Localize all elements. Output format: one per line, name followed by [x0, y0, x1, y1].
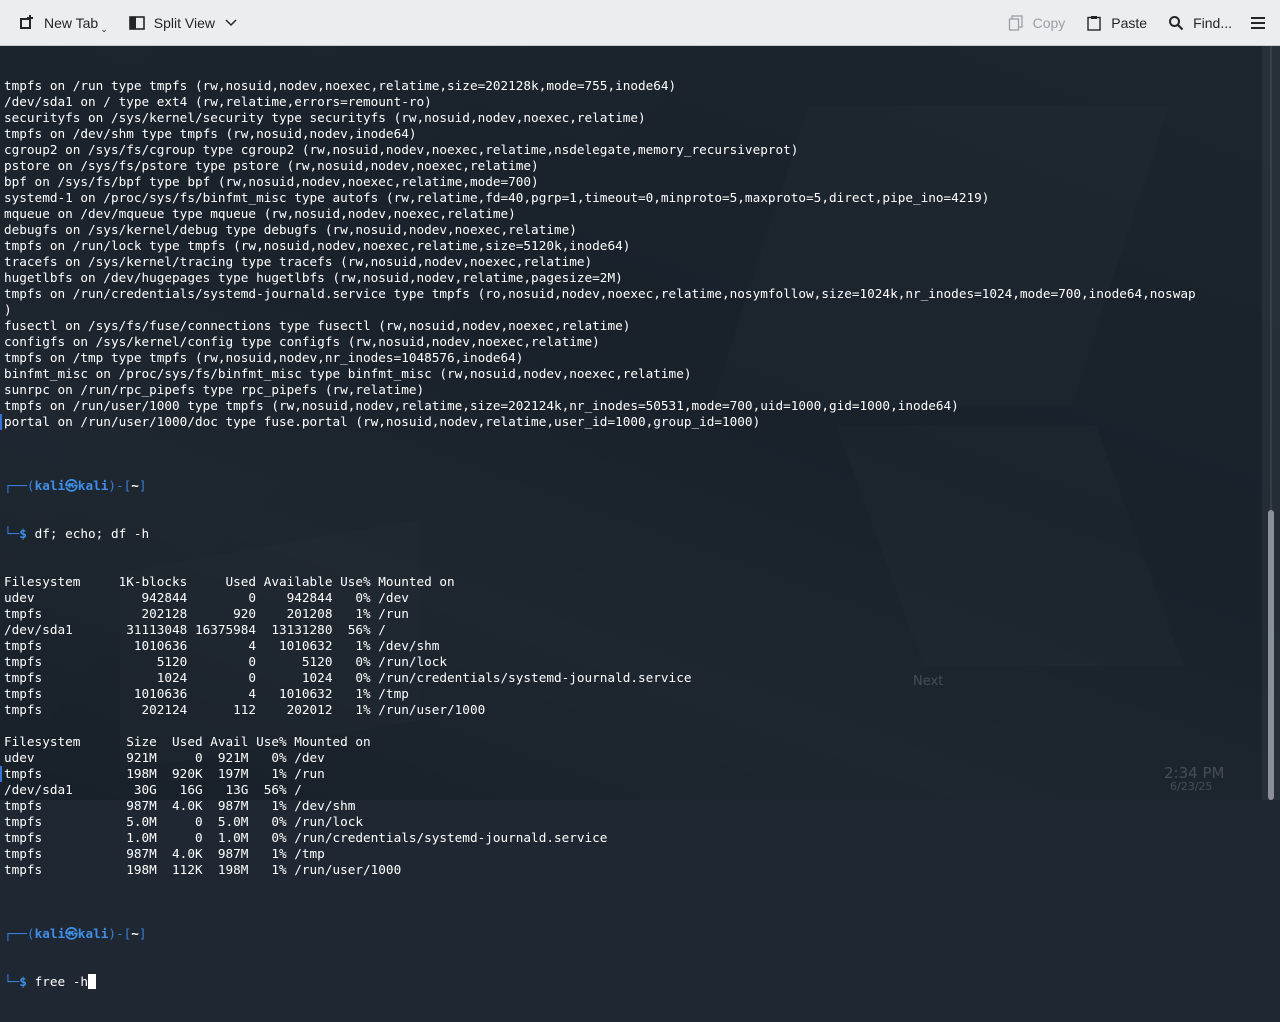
new-tab-button[interactable]: New Tab ⌄	[10, 7, 116, 39]
find-label: Find...	[1193, 15, 1232, 31]
split-view-button[interactable]: Split View	[120, 7, 245, 39]
prompt-marker	[0, 766, 2, 782]
mount-output-line: tracefs on /sys/kernel/tracing type trac…	[4, 254, 593, 269]
prompt-frame: ┌──(	[4, 926, 35, 941]
mount-output-line: portal on /run/user/1000/doc type fuse.p…	[4, 414, 761, 429]
df-output-line: udev 921M 0 921M 0% /dev	[4, 750, 325, 765]
df-output-line: tmpfs 1010636 4 1010632 1% /dev/shm	[4, 638, 440, 653]
prompt-frame: )-[	[108, 478, 132, 493]
terminal-output: tmpfs on /run type tmpfs (rw,nosuid,node…	[4, 46, 1256, 1022]
prompt-frame: ┌──(	[4, 478, 35, 493]
df-output-line: tmpfs 1010636 4 1010632 1% /tmp	[4, 686, 409, 701]
prompt-marker	[0, 414, 2, 430]
mount-output-line: mqueue on /dev/mqueue type mqueue (rw,no…	[4, 206, 516, 221]
mount-output-line: debugfs on /sys/kernel/debug type debugf…	[4, 222, 577, 237]
prompt-line-top: ┌──(kali㉿kali)-[~]	[4, 478, 1256, 494]
df-output-line	[4, 718, 1256, 734]
ghost-date: 6/23/25	[1170, 780, 1213, 793]
df-output-line: tmpfs 1.0M 0 1.0M 0% /run/credentials/sy…	[4, 830, 608, 845]
hamburger-menu-button[interactable]	[1244, 7, 1272, 39]
split-view-icon	[128, 14, 146, 32]
df-output-line: tmpfs 987M 4.0K 987M 1% /tmp	[4, 846, 325, 861]
mount-output-line: tmpfs on /dev/shm type tmpfs (rw,nosuid,…	[4, 126, 417, 141]
mount-output-line: binfmt_misc on /proc/sys/fs/binfmt_misc …	[4, 366, 692, 381]
df-output-line: /dev/sda1 30G 16G 13G 56% /	[4, 782, 302, 797]
mount-output-line: hugetlbfs on /dev/hugepages type hugetlb…	[4, 270, 623, 285]
scrollbar-thumb[interactable]	[1268, 510, 1274, 800]
new-tab-dropdown-icon[interactable]: ⌄	[100, 24, 108, 35]
mount-output-line: cgroup2 on /sys/fs/cgroup type cgroup2 (…	[4, 142, 799, 157]
df-output-line: /dev/sda1 31113048 16375984 13131280 56%…	[4, 622, 386, 637]
mount-output-line: bpf on /sys/fs/bpf type bpf (rw,nosuid,n…	[4, 174, 539, 189]
prompt-frame: ]	[138, 926, 147, 941]
search-icon	[1167, 14, 1185, 32]
prompt-line-bottom: └─$ free -h	[4, 974, 1256, 990]
copy-icon	[1007, 14, 1025, 32]
prompt-frame: )-[	[108, 926, 132, 941]
terminal-toolbar: New Tab ⌄ Split View Copy Paste Find...	[0, 0, 1280, 46]
prompt-frame: └─	[4, 974, 20, 989]
terminal-scrollbar[interactable]	[1262, 46, 1280, 800]
prompt-dollar: $	[19, 974, 35, 989]
prompt-frame: └─	[4, 526, 20, 541]
df-output-line: tmpfs 1024 0 1024 0% /run/credentials/sy…	[4, 670, 692, 685]
mount-output-line: sunrpc on /run/rpc_pipefs type rpc_pipef…	[4, 382, 425, 397]
mount-output-line: configfs on /sys/kernel/config type conf…	[4, 334, 600, 349]
paste-button[interactable]: Paste	[1077, 7, 1155, 39]
df-output-line: tmpfs 987M 4.0K 987M 1% /dev/shm	[4, 798, 356, 813]
mount-output-line: tmpfs on /run/lock type tmpfs (rw,nosuid…	[4, 238, 631, 253]
df-output-line: Filesystem Size Used Avail Use% Mounted …	[4, 734, 371, 749]
prompt-user-host: kali㉿kali	[34, 478, 109, 493]
mount-output-line: tmpfs on /run type tmpfs (rw,nosuid,node…	[4, 78, 677, 93]
prompt-line-bottom: └─$ df; echo; df -h	[4, 526, 1256, 542]
df-output-line: tmpfs 202128 920 201208 1% /run	[4, 606, 409, 621]
mount-output-line: tmpfs on /run/user/1000 type tmpfs (rw,n…	[4, 398, 959, 413]
ghost-next-label: Next	[913, 674, 944, 689]
df-output-line: tmpfs 198M 920K 197M 1% /run	[4, 766, 325, 781]
mount-output-line: systemd-1 on /proc/sys/fs/binfmt_misc ty…	[4, 190, 990, 205]
new-tab-icon	[18, 14, 36, 32]
mount-output-line: tmpfs on /run/credentials/systemd-journa…	[4, 286, 1196, 301]
prompt-dollar: $	[19, 526, 35, 541]
chevron-down-icon[interactable]	[225, 19, 237, 27]
df-output-line: udev 942844 0 942844 0% /dev	[4, 590, 409, 605]
mount-output-line	[4, 430, 1256, 446]
mount-output-line: securityfs on /sys/kernel/security type …	[4, 110, 646, 125]
command-input[interactable]: free -h	[35, 974, 88, 989]
df-output-line: Filesystem 1K-blocks Used Available Use%…	[4, 574, 455, 589]
mount-output-line: /dev/sda1 on / type ext4 (rw,relatime,er…	[4, 94, 432, 109]
find-button[interactable]: Find...	[1159, 7, 1240, 39]
df-output-line: tmpfs 5.0M 0 5.0M 0% /run/lock	[4, 814, 364, 829]
mount-output-line: tmpfs on /tmp type tmpfs (rw,nosuid,node…	[4, 350, 524, 365]
prompt-line-top: ┌──(kali㉿kali)-[~]	[4, 926, 1256, 942]
new-tab-label: New Tab	[44, 15, 99, 31]
mount-output-line: )	[4, 302, 12, 317]
df-output-line	[4, 878, 1256, 894]
terminal-view[interactable]: tmpfs on /run type tmpfs (rw,nosuid,node…	[0, 46, 1262, 989]
hamburger-menu-icon	[1250, 16, 1266, 30]
mount-output-line: fusectl on /sys/fs/fuse/connections type…	[4, 318, 631, 333]
df-output-line: tmpfs 198M 112K 198M 1% /run/user/1000	[4, 862, 402, 877]
prompt-cwd: ~	[131, 926, 139, 941]
copy-label: Copy	[1032, 15, 1066, 31]
prompt-frame: ]	[138, 478, 147, 493]
paste-icon	[1085, 14, 1103, 32]
prompt-user-host: kali㉿kali	[34, 926, 109, 941]
split-view-label: Split View	[153, 15, 215, 31]
copy-button[interactable]: Copy	[999, 7, 1074, 39]
paste-label: Paste	[1111, 15, 1148, 31]
mount-output-line: pstore on /sys/fs/pstore type pstore (rw…	[4, 158, 539, 173]
prompt-cwd: ~	[131, 478, 139, 493]
df-output-line: tmpfs 202124 112 202012 1% /run/user/100…	[4, 702, 486, 717]
df-output-line: tmpfs 5120 0 5120 0% /run/lock	[4, 654, 448, 669]
command-text: df; echo; df -h	[34, 526, 150, 541]
text-cursor	[88, 974, 97, 989]
